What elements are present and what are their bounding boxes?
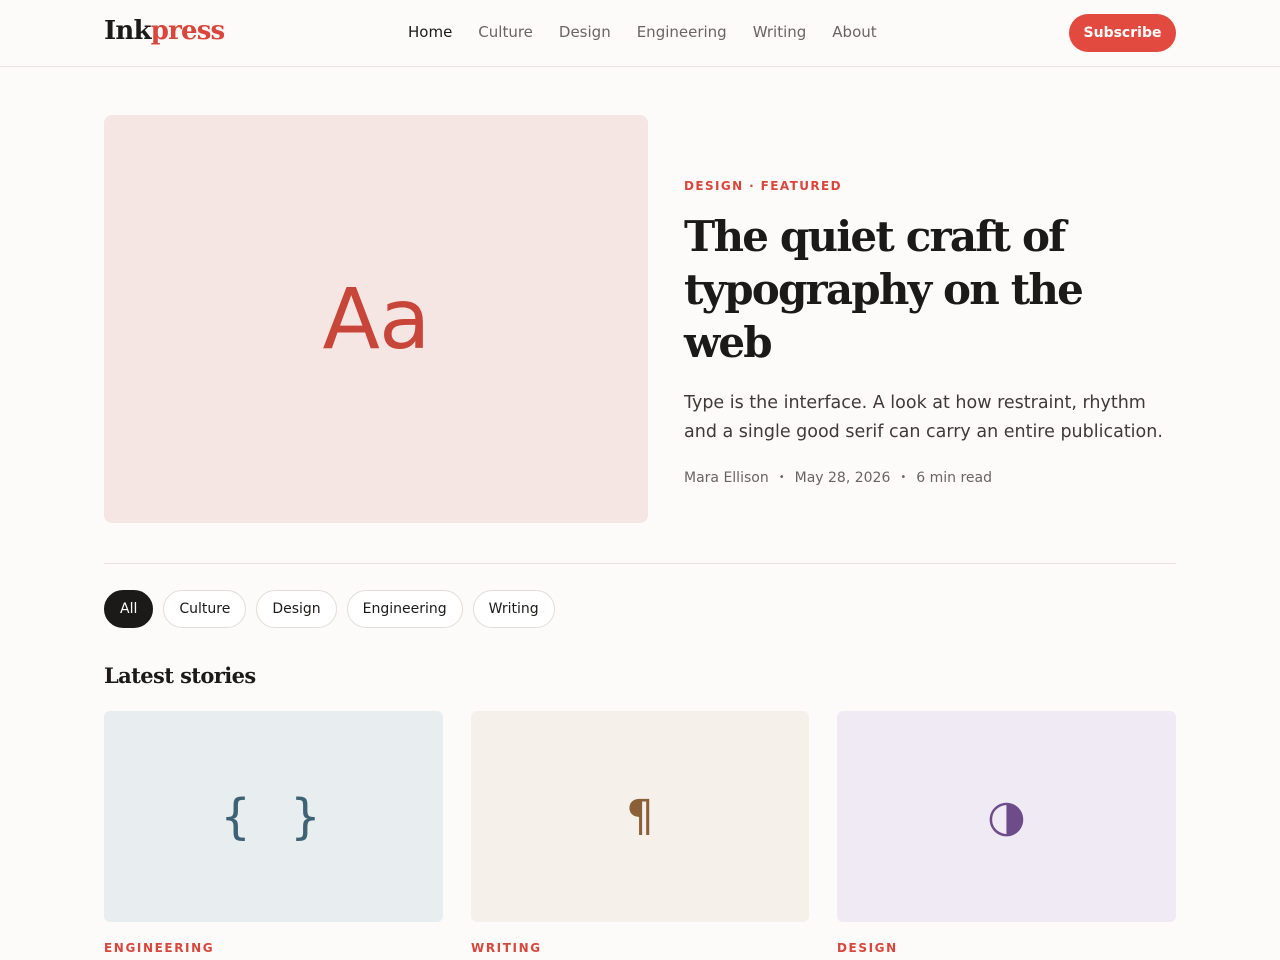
category-filters: All Culture Design Engineering Writing	[104, 590, 555, 628]
section-divider	[104, 563, 1176, 564]
featured-image[interactable]: Aa	[104, 115, 648, 523]
filter-chip-all[interactable]: All	[104, 590, 154, 628]
site-header: Inkpress Home Culture Design Engineering…	[0, 0, 1280, 67]
story-card-image[interactable]: ¶	[471, 711, 809, 922]
story-category: WRITING	[471, 941, 542, 955]
story-category: DESIGN	[837, 941, 898, 955]
featured-kicker: DESIGN · FEATURED	[684, 179, 842, 193]
featured-title[interactable]: The quiet craft of typography on the web	[684, 210, 1176, 369]
story-card[interactable]: ◑ DESIGN	[837, 711, 1176, 958]
pilcrow-icon: ¶	[626, 790, 654, 842]
typography-glyph-icon: Aa	[322, 270, 431, 368]
nav-design[interactable]: Design	[559, 22, 611, 42]
meta-separator: •	[900, 472, 907, 483]
nav-home[interactable]: Home	[408, 22, 452, 42]
site-logo[interactable]: Inkpress	[104, 14, 225, 48]
publish-date: May 28, 2026	[794, 470, 891, 486]
story-card[interactable]: { } ENGINEERING	[104, 711, 443, 958]
story-category: ENGINEERING	[104, 941, 215, 955]
featured-summary: Type is the interface. A look at how res…	[684, 393, 1163, 442]
meta-separator: •	[778, 472, 785, 483]
subscribe-button[interactable]: Subscribe	[1069, 14, 1176, 52]
latest-stories-heading: Latest stories	[104, 663, 256, 688]
nav-engineering[interactable]: Engineering	[637, 22, 727, 42]
nav-about[interactable]: About	[832, 22, 876, 42]
main-nav: Home Culture Design Engineering Writing …	[408, 22, 877, 42]
logo-ink: Ink	[104, 16, 151, 46]
story-card-image[interactable]: ◑	[837, 711, 1176, 922]
read-time: 6 min read	[916, 470, 993, 486]
half-circle-icon: ◑	[987, 790, 1026, 842]
featured-meta: Mara Ellison • May 28, 2026 • 6 min read	[684, 468, 1176, 488]
featured-article: DESIGN · FEATURED The quiet craft of typ…	[684, 176, 1176, 488]
filter-chip-engineering[interactable]: Engineering	[346, 590, 463, 628]
story-card[interactable]: ¶ WRITING	[471, 711, 809, 958]
filter-chip-writing[interactable]: Writing	[472, 590, 555, 628]
filter-chip-design[interactable]: Design	[256, 590, 337, 628]
filter-chip-culture[interactable]: Culture	[163, 590, 247, 628]
nav-writing[interactable]: Writing	[753, 22, 807, 42]
nav-culture[interactable]: Culture	[478, 22, 533, 42]
story-card-image[interactable]: { }	[104, 711, 443, 922]
logo-press: press	[150, 16, 225, 46]
author-name[interactable]: Mara Ellison	[684, 468, 769, 488]
code-braces-icon: { }	[221, 788, 326, 845]
